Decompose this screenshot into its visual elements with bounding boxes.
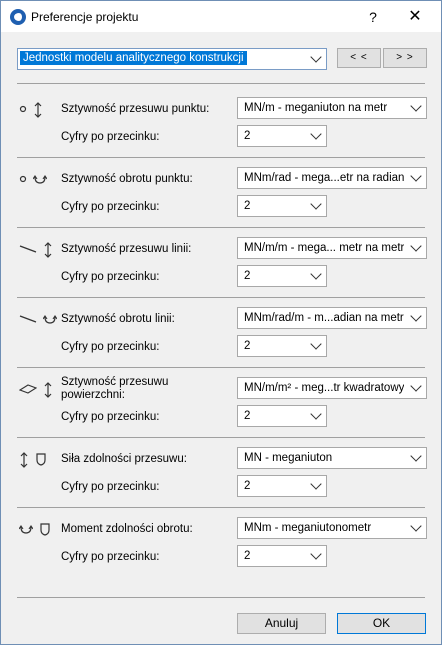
window-title: Preferencje projektu: [31, 10, 139, 24]
unit-dropdown[interactable]: MN/m - meganiuton na metr: [237, 97, 427, 119]
section-label: Sztywność przesuwu punktu:: [61, 103, 210, 115]
translation-arrow-icon: [33, 101, 43, 122]
dialog-content: Jednostki modelu analitycznego konstrukc…: [1, 32, 441, 644]
title-bar[interactable]: Preferencje projektu ? ✕: [1, 1, 441, 32]
next-page-button[interactable]: > >: [383, 48, 427, 68]
chevron-down-icon: [310, 51, 322, 63]
unit-dropdown[interactable]: MN/m/m - mega... metr na metr: [237, 237, 427, 259]
section-label-line: Sztywność przesuwu: [61, 376, 169, 388]
separator: [17, 367, 425, 368]
section-label: Sztywność obrotu punktu:: [61, 173, 193, 185]
decimal-digits-label: Cyfry po przecinku:: [61, 411, 160, 423]
point-icon: [19, 101, 27, 120]
chevron-down-icon: [410, 450, 422, 462]
digits-selected-value: 2: [244, 480, 251, 492]
chevron-down-icon: [310, 128, 322, 140]
rotation-icon: [42, 311, 58, 330]
unit-selected-value: MNm/rad - mega...etr na radian: [244, 172, 405, 184]
unit-dropdown[interactable]: MNm/rad - mega...etr na radian: [237, 167, 427, 189]
point-icon: [19, 171, 27, 190]
unit-selected-value: MN/m - meganiuton na metr: [244, 102, 388, 114]
section-label: Sztywność przesuwu linii:: [61, 243, 192, 255]
chevron-down-icon: [410, 170, 422, 182]
digits-selected-value: 2: [244, 410, 251, 422]
digits-selected-value: 2: [244, 550, 251, 562]
ok-button[interactable]: OK: [337, 613, 426, 634]
line-icon: [19, 311, 37, 330]
decimal-digits-dropdown[interactable]: 2: [237, 195, 327, 217]
decimal-digits-label: Cyfry po przecinku:: [61, 271, 160, 283]
chevron-down-icon: [310, 268, 322, 280]
category-selected-value: Jednostki modelu analitycznego konstrukc…: [20, 51, 247, 65]
unit-selected-value: MNm/rad/m - m...adian na metr: [244, 312, 404, 324]
digits-selected-value: 2: [244, 270, 251, 282]
chevron-down-icon: [410, 100, 422, 112]
category-dropdown[interactable]: Jednostki modelu analitycznego konstrukc…: [17, 48, 327, 70]
unit-dropdown[interactable]: MN - meganiuton: [237, 447, 427, 469]
shield-icon: [39, 521, 51, 540]
section-label: Sztywność obrotu linii:: [61, 313, 175, 325]
separator: [17, 227, 425, 228]
translation-arrow-icon: [19, 451, 29, 472]
separator: [17, 597, 425, 598]
section-label: Moment zdolności obrotu:: [61, 523, 193, 535]
chevron-down-icon: [410, 240, 422, 252]
separator: [17, 157, 425, 158]
decimal-digits-dropdown[interactable]: 2: [237, 335, 327, 357]
digits-selected-value: 2: [244, 130, 251, 142]
chevron-down-icon: [310, 338, 322, 350]
chevron-down-icon: [310, 408, 322, 420]
decimal-digits-label: Cyfry po przecinku:: [61, 341, 160, 353]
chevron-down-icon: [410, 380, 422, 392]
unit-selected-value: MN/m/m² - meg...tr kwadratowy: [244, 382, 405, 394]
preferences-dialog: Preferencje projektu ? ✕ Jednostki model…: [0, 0, 442, 645]
line-icon: [19, 241, 37, 260]
chevron-down-icon: [310, 478, 322, 490]
decimal-digits-label: Cyfry po przecinku:: [61, 201, 160, 213]
rotation-icon: [18, 521, 34, 540]
section-label: Sztywność przesuwu powierzchni:: [61, 376, 168, 402]
translation-arrow-icon: [43, 241, 53, 262]
chevron-down-icon: [410, 310, 422, 322]
decimal-digits-dropdown[interactable]: 2: [237, 405, 327, 427]
unit-selected-value: MN - meganiuton: [244, 452, 333, 464]
unit-dropdown[interactable]: MNm/rad/m - m...adian na metr: [237, 307, 427, 329]
chevron-down-icon: [310, 548, 322, 560]
translation-arrow-icon: [43, 381, 53, 402]
chevron-down-icon: [410, 520, 422, 532]
section-label: Siła zdolności przesuwu:: [61, 453, 187, 465]
help-button[interactable]: ?: [359, 6, 387, 28]
chevron-down-icon: [310, 198, 322, 210]
separator: [17, 437, 425, 438]
separator: [17, 297, 425, 298]
close-button[interactable]: ✕: [401, 6, 429, 28]
rotation-icon: [32, 171, 48, 190]
unit-selected-value: MNm - meganiutonometr: [244, 522, 372, 534]
decimal-digits-dropdown[interactable]: 2: [237, 475, 327, 497]
digits-selected-value: 2: [244, 340, 251, 352]
decimal-digits-dropdown[interactable]: 2: [237, 125, 327, 147]
shield-icon: [35, 451, 47, 470]
section-label-line: powierzchni:: [61, 389, 125, 401]
unit-dropdown[interactable]: MN/m/m² - meg...tr kwadratowy: [237, 377, 427, 399]
decimal-digits-dropdown[interactable]: 2: [237, 545, 327, 567]
separator: [17, 83, 425, 84]
separator: [17, 507, 425, 508]
decimal-digits-label: Cyfry po przecinku:: [61, 551, 160, 563]
app-icon: [10, 9, 26, 25]
decimal-digits-dropdown[interactable]: 2: [237, 265, 327, 287]
decimal-digits-label: Cyfry po przecinku:: [61, 131, 160, 143]
decimal-digits-label: Cyfry po przecinku:: [61, 481, 160, 493]
unit-dropdown[interactable]: MNm - meganiutonometr: [237, 517, 427, 539]
digits-selected-value: 2: [244, 200, 251, 212]
previous-page-button[interactable]: < <: [337, 48, 381, 68]
cancel-button[interactable]: Anuluj: [237, 613, 326, 634]
unit-selected-value: MN/m/m - mega... metr na metr: [244, 242, 405, 254]
surface-icon: [18, 381, 38, 400]
